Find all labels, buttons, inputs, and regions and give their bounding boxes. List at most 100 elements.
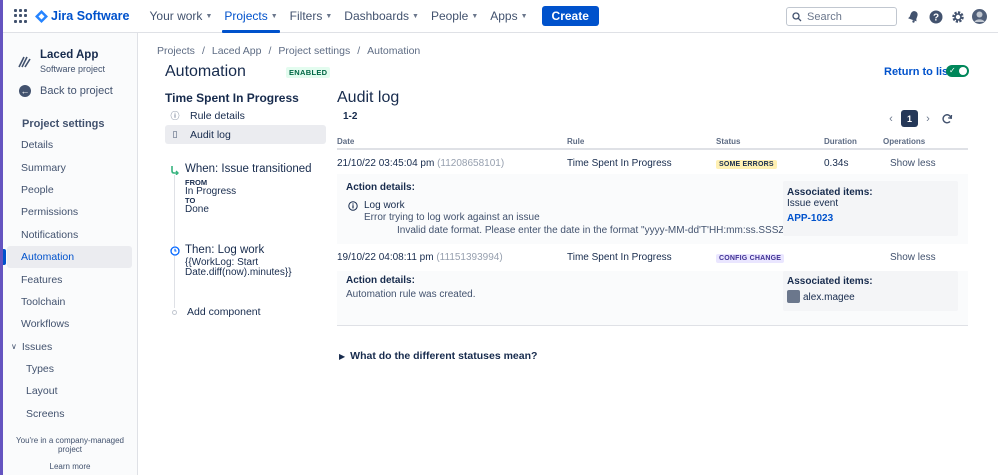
sidebar-item-label: Details xyxy=(21,139,54,152)
previous-page-button[interactable]: ‹ xyxy=(884,113,898,125)
execution-id: (11151393994) xyxy=(436,252,503,263)
sidebar-item-features[interactable]: Features xyxy=(7,268,132,290)
sidebar-item-issues[interactable]: ∨ Issues xyxy=(7,336,132,358)
show-less-button[interactable]: Show less xyxy=(890,158,936,169)
chevron-down-icon: ▼ xyxy=(205,12,213,20)
to-value: Done xyxy=(185,204,209,215)
search-input[interactable]: Search xyxy=(786,7,897,26)
rule-nav-label: Rule details xyxy=(190,109,245,122)
sidebar-item-label: Layout xyxy=(26,385,58,398)
column-rule: Rule xyxy=(567,137,585,146)
associated-items-label: Associated items: xyxy=(787,187,873,198)
jira-logo[interactable]: Jira Software xyxy=(35,9,130,23)
add-component-button[interactable]: Add component xyxy=(170,306,261,318)
nav-label: Projects xyxy=(224,9,268,23)
breadcrumb-laced-app[interactable]: Laced App xyxy=(212,45,262,57)
sidebar-item-notifications[interactable]: Notifications xyxy=(7,224,132,246)
issue-link[interactable]: APP-1023 xyxy=(787,213,833,224)
notifications-icon[interactable] xyxy=(905,8,922,25)
audit-table: Date Rule Status Duration Operations 21/… xyxy=(337,136,968,326)
table-header: Date Rule Status Duration Operations xyxy=(337,136,968,150)
nav-apps[interactable]: Apps ▼ xyxy=(484,0,533,33)
add-dot-icon xyxy=(172,309,177,315)
refresh-icon[interactable] xyxy=(941,113,953,128)
sidebar-item-permissions[interactable]: Permissions xyxy=(7,201,132,223)
status-lozenge: CONFIG CHANGE xyxy=(716,254,785,263)
sidebar-item-summary[interactable]: Summary xyxy=(7,156,132,178)
user-avatar xyxy=(787,290,800,303)
nav-filters[interactable]: Filters ▼ xyxy=(284,0,339,33)
settings-icon[interactable] xyxy=(949,8,966,25)
profile-avatar[interactable] xyxy=(971,8,988,25)
sidebar-item-workflows[interactable]: Workflows xyxy=(7,313,132,335)
faq-label: What do the different statuses mean? xyxy=(350,350,538,362)
table-row: 21/10/22 03:45:04 pm (11208658101) Time … xyxy=(337,150,968,174)
sidebar-item-automation[interactable]: Automation xyxy=(3,245,132,269)
sidebar-item-toolchain[interactable]: Toolchain xyxy=(7,291,132,313)
nav-label: Dashboards xyxy=(344,9,409,23)
sidebar-item-people[interactable]: People xyxy=(7,179,132,201)
learn-more-link[interactable]: Learn more xyxy=(3,462,137,471)
action-details-panel: Action details: Automation rule was crea… xyxy=(337,271,968,326)
help-icon[interactable]: ? xyxy=(927,8,944,25)
user-name[interactable]: alex.magee xyxy=(803,292,855,303)
sidebar-item-layout[interactable]: Layout xyxy=(7,380,132,402)
show-less-button[interactable]: Show less xyxy=(890,252,936,263)
sidebar-item-label: Workflows xyxy=(21,318,70,331)
row-rule: Time Spent In Progress xyxy=(567,158,672,169)
add-component-label: Add component xyxy=(187,306,261,318)
breadcrumb-automation[interactable]: Automation xyxy=(367,45,420,57)
nav-label: Filters xyxy=(289,9,323,23)
execution-id: (11208658101) xyxy=(437,158,505,169)
nav-label: Apps xyxy=(490,9,518,23)
info-icon xyxy=(348,200,358,214)
audit-log-title: Audit log xyxy=(337,89,400,106)
settings-nav: Details Summary People Permissions Notif… xyxy=(3,134,132,425)
project-header[interactable]: Laced App Software project xyxy=(17,49,105,74)
nav-projects[interactable]: Projects ▼ xyxy=(218,0,283,33)
sidebar-item-label: Automation xyxy=(21,251,75,264)
flow-connector xyxy=(174,175,175,308)
nav-people[interactable]: People ▼ xyxy=(425,0,484,33)
project-name: Laced App xyxy=(40,49,99,61)
sidebar-item-screens[interactable]: Screens xyxy=(7,403,132,425)
rule-nav-label: Audit log xyxy=(190,128,231,141)
page-1-button[interactable]: 1 xyxy=(901,110,918,127)
breadcrumb-project-settings[interactable]: Project settings xyxy=(278,45,350,57)
sidebar-item-label: People xyxy=(21,183,54,196)
sidebar-item-label: Summary xyxy=(21,161,66,174)
column-date: Date xyxy=(337,137,355,146)
chevron-down-icon: ▼ xyxy=(412,12,419,20)
create-button[interactable]: Create xyxy=(541,6,599,26)
app-switcher-icon[interactable] xyxy=(14,9,28,23)
next-page-button[interactable]: › xyxy=(921,113,935,125)
sidebar-item-label: Permissions xyxy=(21,206,79,219)
breadcrumb-projects[interactable]: Projects xyxy=(157,45,195,57)
nav-dashboards[interactable]: Dashboards ▼ xyxy=(338,0,425,33)
rule-details-link[interactable]: ⓘ Rule details xyxy=(165,106,326,125)
action-title: Then: Log work xyxy=(185,244,265,256)
status-faq-expander[interactable]: ▶ What do the different statuses mean? xyxy=(339,350,537,362)
row-date: 19/10/22 04:08:11 pm (11151393994) xyxy=(337,252,503,263)
top-icons: ? xyxy=(900,8,988,25)
search-placeholder: Search xyxy=(807,10,842,23)
detail-line: Error trying to log work against an issu… xyxy=(364,212,540,223)
sidebar-item-details[interactable]: Details xyxy=(7,134,132,156)
chevron-down-icon: ▼ xyxy=(520,12,528,20)
sidebar-item-types[interactable]: Types xyxy=(7,358,132,380)
jira-logo-icon xyxy=(35,9,48,23)
return-to-list-link[interactable]: Return to list xyxy=(884,66,952,78)
rule-nav: ⓘ Rule details ▯ Audit log xyxy=(165,106,326,144)
audit-log-link[interactable]: ▯ Audit log xyxy=(165,125,326,144)
action-details-panel: Action details: Log work Error trying to… xyxy=(337,174,968,244)
back-to-project-link[interactable]: ← Back to project xyxy=(19,85,113,97)
sidebar-item-label: Notifications xyxy=(21,228,79,241)
column-operations: Operations xyxy=(883,137,926,146)
nav-label: Your work xyxy=(149,9,203,23)
project-settings-heading: Project settings xyxy=(22,118,105,130)
associated-items-box: Associated items: alex.magee xyxy=(783,271,958,311)
nav-your-work[interactable]: Your work ▼ xyxy=(144,0,219,33)
rule-enabled-toggle[interactable]: ✓ xyxy=(946,65,969,77)
breadcrumb: Projects / Laced App / Project settings / A… xyxy=(157,45,420,57)
status-lozenge: SOME ERRORS xyxy=(716,160,777,169)
